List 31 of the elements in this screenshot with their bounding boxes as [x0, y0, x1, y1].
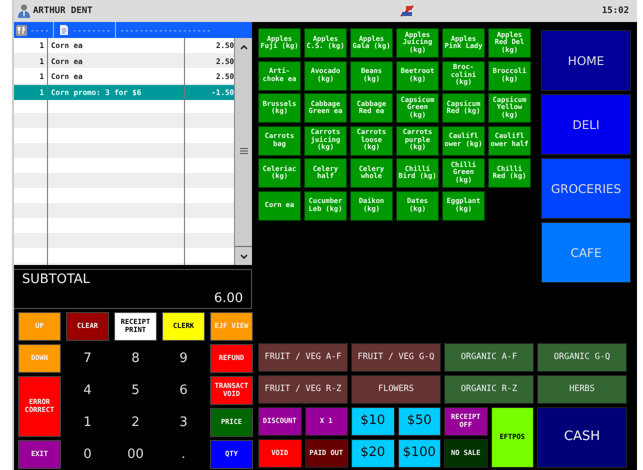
category-button[interactable]: FRUIT / VEG G-Q [351, 343, 441, 372]
header-text: -------- [72, 26, 111, 34]
category-button[interactable]: HERBS [537, 375, 627, 404]
cutlery-icon [16, 24, 27, 36]
chevron-up-icon [240, 44, 248, 50]
cash-amount-button[interactable]: $100 [398, 439, 441, 468]
department-button[interactable]: GROCERIES [541, 158, 631, 219]
category-button[interactable]: ORGANIC R-Z [444, 375, 534, 404]
header-text: ------------------- [120, 26, 212, 34]
department-button[interactable]: HOME [541, 30, 631, 91]
cash-button[interactable]: CASH [537, 407, 627, 468]
clock-time: 15:02 [602, 6, 629, 16]
subtotal-label: SUBTOTAL [22, 272, 91, 287]
receipt-icon [58, 24, 70, 36]
category-button[interactable]: FLOWERS [351, 375, 441, 404]
department-button[interactable]: DELI [541, 94, 631, 155]
subtotal-value: 6.00 [213, 291, 243, 306]
category-button[interactable]: FRUIT / VEG R-Z [258, 375, 348, 404]
category-button[interactable]: FRUIT / VEG A-F [258, 343, 348, 372]
cash-amount-button[interactable]: $10 [351, 407, 394, 436]
flag-icon [400, 5, 414, 17]
user-name: ARTHUR DENT [33, 6, 93, 16]
user-icon [18, 4, 30, 18]
grip-icon [240, 148, 248, 154]
category-button[interactable]: ORGANIC A-F [444, 343, 534, 372]
department-button[interactable]: CAFE [541, 222, 631, 283]
chevron-down-icon [240, 254, 248, 258]
cash-amount-button[interactable]: $50 [398, 407, 441, 436]
category-button[interactable]: ORGANIC G-Q [537, 343, 627, 372]
header-text: ---- [30, 26, 50, 34]
cash-amount-button[interactable]: $20 [351, 439, 394, 468]
